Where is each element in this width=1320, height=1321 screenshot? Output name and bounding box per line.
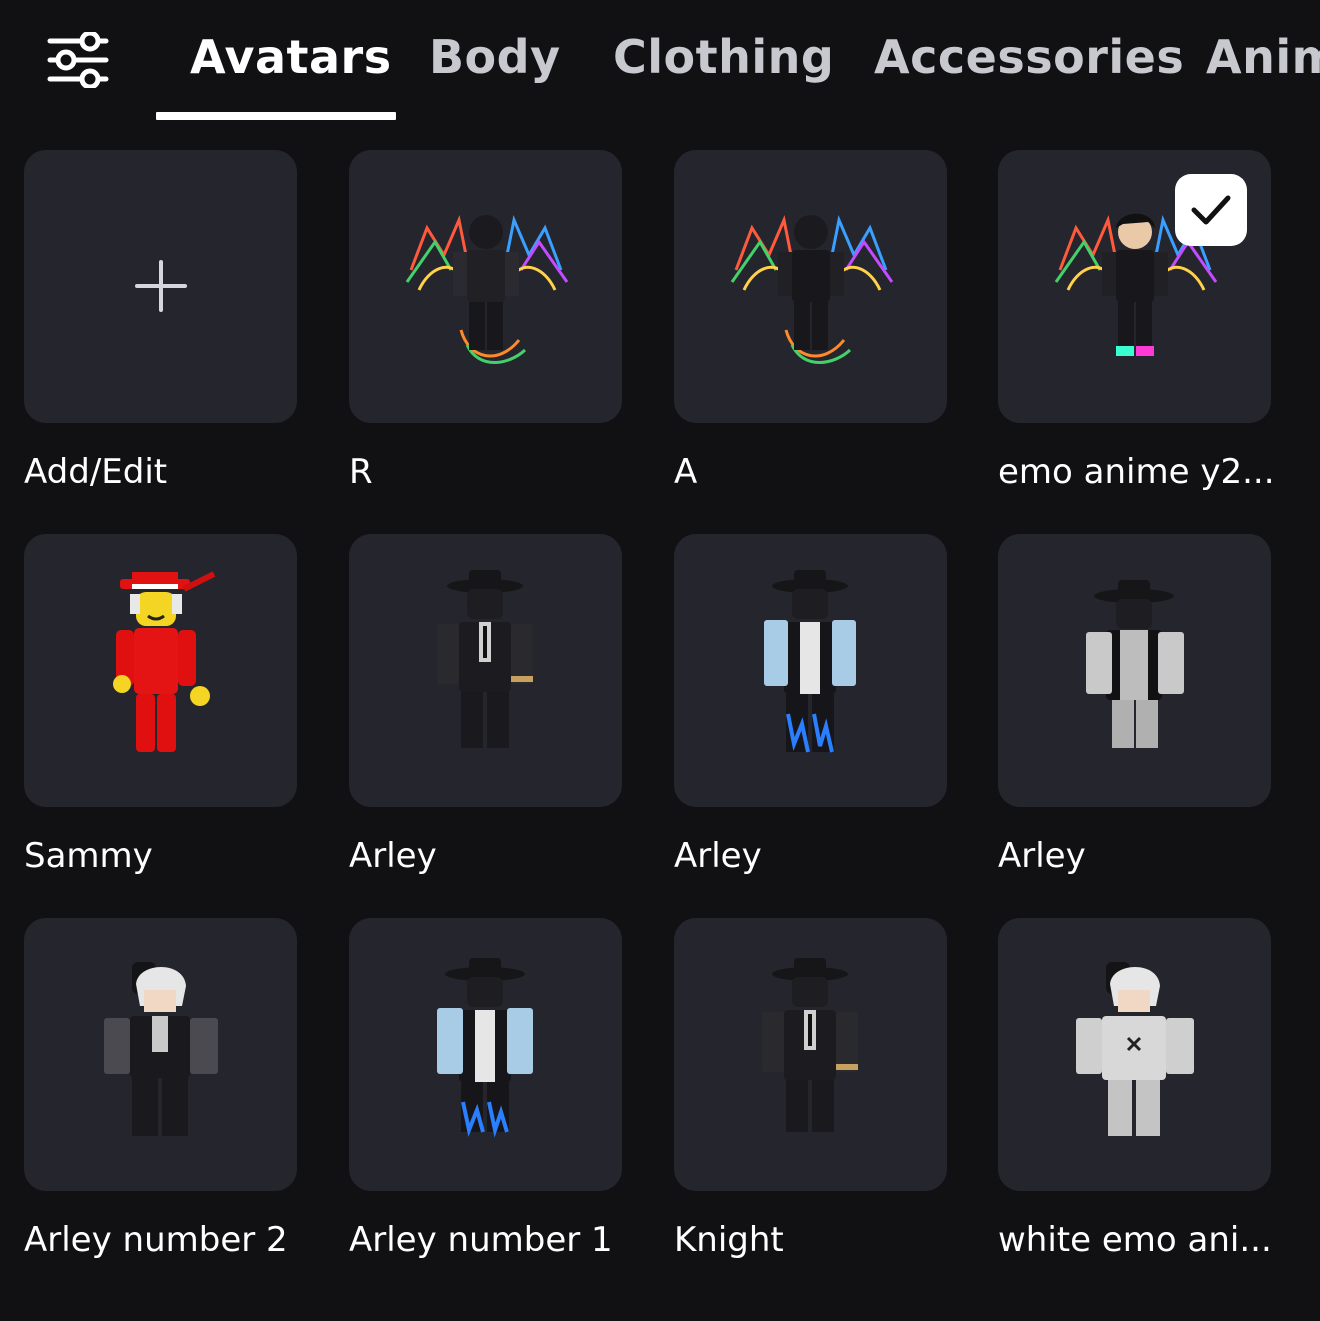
tab-avatars[interactable]: Avatars xyxy=(190,30,392,84)
avatar-name[interactable]: R xyxy=(349,452,373,492)
category-tabs: Avatars Body Clothing Accessories Anim xyxy=(156,0,1320,120)
avatar-card-selected[interactable] xyxy=(998,150,1271,423)
avatar-card[interactable] xyxy=(24,534,297,807)
avatar-name[interactable]: Arley number 1 xyxy=(349,1220,613,1260)
rainbow-dragon-avatar-icon xyxy=(730,214,894,364)
rainbow-dragon-avatar-icon xyxy=(405,214,569,364)
red-suit-avatar-icon xyxy=(113,571,216,752)
blue-sleeve-avatar-icon xyxy=(437,958,533,1138)
black-coat-avatar-icon xyxy=(762,958,858,1132)
avatar-name[interactable]: emo anime y2... xyxy=(998,452,1275,492)
avatar-name[interactable]: Arley xyxy=(349,836,437,876)
tab-body[interactable]: Body xyxy=(429,30,561,84)
avatar-name[interactable]: Arley xyxy=(998,836,1086,876)
avatar-name[interactable]: Arley number 2 xyxy=(24,1220,288,1260)
black-coat-avatar-icon xyxy=(437,570,533,748)
avatar-name[interactable]: Arley xyxy=(674,836,762,876)
avatar-card[interactable] xyxy=(998,534,1271,807)
filter-sliders-icon[interactable] xyxy=(44,28,112,92)
tab-animations[interactable]: Anim xyxy=(1206,30,1320,84)
avatar-card[interactable] xyxy=(674,918,947,1191)
avatar-name[interactable]: Sammy xyxy=(24,836,153,876)
blue-sleeve-avatar-icon xyxy=(764,570,856,753)
top-navigation: Avatars Body Clothing Accessories Anim xyxy=(0,0,1320,120)
plus-icon xyxy=(135,260,187,312)
white-hair-black-suit-avatar-icon xyxy=(104,962,218,1136)
avatar-card[interactable] xyxy=(349,918,622,1191)
avatar-name[interactable]: Knight xyxy=(674,1220,784,1260)
selected-check-icon xyxy=(1175,174,1247,246)
tab-clothing[interactable]: Clothing xyxy=(613,30,834,84)
avatar-card[interactable] xyxy=(349,534,622,807)
grey-coat-avatar-icon xyxy=(1086,580,1184,748)
tab-accessories[interactable]: Accessories xyxy=(874,30,1184,84)
avatar-name[interactable]: Add/Edit xyxy=(24,452,167,492)
avatar-name[interactable]: white emo ani... xyxy=(998,1220,1272,1260)
avatar-card[interactable] xyxy=(998,918,1271,1191)
avatar-card[interactable] xyxy=(674,150,947,423)
add-edit-avatar-card[interactable] xyxy=(24,150,297,423)
avatar-name[interactable]: A xyxy=(674,452,697,492)
white-hair-white-outfit-avatar-icon xyxy=(1076,962,1194,1136)
avatar-card[interactable] xyxy=(674,534,947,807)
avatar-card[interactable] xyxy=(24,918,297,1191)
active-tab-indicator xyxy=(156,112,396,120)
avatar-card[interactable] xyxy=(349,150,622,423)
